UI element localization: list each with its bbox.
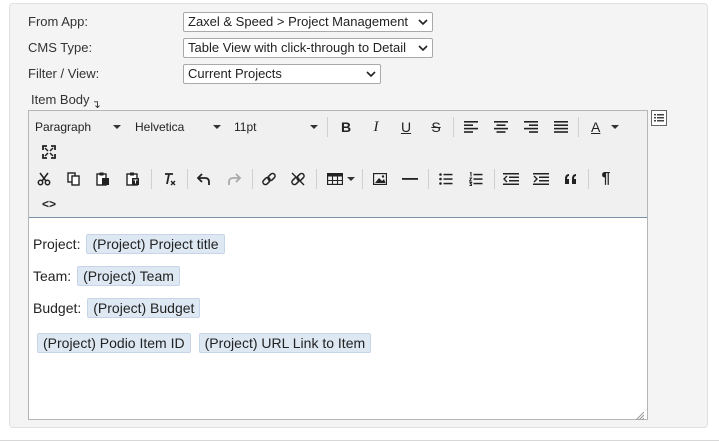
toolbar-separator — [588, 169, 589, 189]
text-color-dropdown[interactable]: A — [585, 115, 625, 139]
toolbar-separator — [428, 169, 429, 189]
cut-icon[interactable] — [32, 167, 56, 191]
block-format-dropdown[interactable]: Paragraph — [35, 115, 123, 139]
clear-formatting-icon[interactable] — [158, 167, 182, 191]
source-code-button[interactable]: <> — [37, 192, 61, 216]
toolbar-separator — [316, 169, 317, 189]
undo-icon[interactable] — [192, 167, 216, 191]
url-link-tag[interactable]: (Project) URL Link to Item — [198, 333, 372, 353]
paste-icon[interactable] — [91, 167, 115, 191]
numbered-list-icon[interactable] — [464, 167, 488, 191]
from-app-value: Zaxel & Speed > Project Management — [188, 14, 409, 29]
chevron-down-icon — [417, 13, 429, 31]
budget-tag[interactable]: (Project) Budget — [87, 298, 201, 318]
chevron-down-icon — [365, 65, 377, 83]
toolbar-separator — [327, 117, 328, 137]
align-justify-icon[interactable] — [549, 115, 573, 139]
font-size-value: 11pt — [234, 120, 257, 134]
item-id-tag[interactable]: (Project) Podio Item ID — [37, 333, 191, 353]
team-line: Team: (Project) Team — [33, 266, 180, 286]
block-format-value: Paragraph — [35, 120, 92, 134]
cms-type-select[interactable]: Table View with click-through to Detail — [183, 38, 433, 58]
resize-handle-icon[interactable] — [635, 408, 645, 421]
cms-type-value: Table View with click-through to Detail — [188, 40, 406, 55]
toolbar-separator — [151, 169, 152, 189]
italic-button[interactable]: I — [364, 115, 388, 139]
font-family-dropdown[interactable]: Helvetica — [135, 115, 223, 139]
chevron-down-icon — [417, 39, 429, 57]
show-blocks-button[interactable]: ¶ — [594, 167, 618, 191]
table-icon — [327, 173, 343, 185]
link-icon[interactable] — [257, 167, 281, 191]
from-app-select[interactable]: Zaxel & Speed > Project Management — [183, 12, 433, 32]
toolbar-separator — [362, 169, 363, 189]
filter-view-select[interactable]: Current Projects — [183, 64, 381, 84]
table-dropdown[interactable] — [323, 167, 357, 191]
font-size-dropdown[interactable]: 11pt — [234, 115, 320, 139]
caret-down-icon — [113, 125, 121, 129]
strikethrough-button[interactable]: S — [424, 115, 448, 139]
budget-label: Budget: — [33, 300, 82, 316]
caret-down-icon — [310, 125, 318, 129]
blockquote-button[interactable]: 66 — [559, 167, 583, 191]
budget-line: Budget: (Project) Budget — [33, 298, 201, 318]
indent-icon[interactable] — [529, 167, 553, 191]
toolbar-separator — [494, 169, 495, 189]
outdent-icon[interactable] — [499, 167, 523, 191]
template-fields-icon[interactable] — [651, 110, 667, 126]
caret-down-icon — [213, 125, 221, 129]
editor-toolbar: Paragraph Helvetica 11pt B I U S A ¶ <> — [29, 111, 647, 218]
project-label: Project: — [33, 236, 81, 252]
horizontal-rule-icon[interactable] — [398, 167, 422, 191]
team-label: Team: — [33, 268, 72, 284]
bullet-list-icon[interactable] — [434, 167, 458, 191]
from-app-label: From App: — [28, 14, 88, 29]
align-left-icon[interactable] — [459, 115, 483, 139]
underline-button[interactable]: U — [394, 115, 418, 139]
bold-button[interactable]: B — [334, 115, 358, 139]
editor-content[interactable]: Project: (Project) Project title Team: (Pr… — [29, 219, 647, 419]
font-family-value: Helvetica — [135, 120, 185, 134]
divider — [0, 440, 719, 441]
cms-type-label: CMS Type: — [28, 40, 93, 55]
caret-down-icon — [611, 125, 619, 129]
project-line: Project: (Project) Project title — [33, 234, 225, 254]
redo-icon[interactable] — [222, 167, 246, 191]
item-body-text: Item Body — [31, 92, 90, 107]
toolbar-separator — [252, 169, 253, 189]
toolbar-separator — [453, 117, 454, 137]
unlink-icon[interactable] — [286, 167, 310, 191]
team-tag[interactable]: (Project) Team — [77, 266, 180, 286]
paste-text-icon[interactable] — [121, 167, 145, 191]
toolbar-separator — [578, 117, 579, 137]
text-color-icon: A — [591, 119, 601, 135]
filter-view-value: Current Projects — [188, 66, 282, 81]
filter-view-label: Filter / View: — [28, 66, 100, 81]
align-right-icon[interactable] — [519, 115, 543, 139]
image-icon[interactable] — [368, 167, 392, 191]
fullscreen-icon[interactable] — [37, 140, 61, 164]
caret-down-icon — [347, 177, 355, 181]
item-body-label: Item Body ↴ — [31, 92, 101, 111]
quote-icon — [565, 174, 576, 184]
align-center-icon[interactable] — [489, 115, 513, 139]
toolbar-separator — [187, 169, 188, 189]
copy-icon[interactable] — [62, 167, 86, 191]
links-line: (Project) Podio Item ID (Project) URL Lin… — [33, 333, 372, 353]
rich-text-editor: Paragraph Helvetica 11pt B I U S A ¶ <> … — [28, 110, 648, 421]
project-title-tag[interactable]: (Project) Project title — [86, 234, 225, 254]
